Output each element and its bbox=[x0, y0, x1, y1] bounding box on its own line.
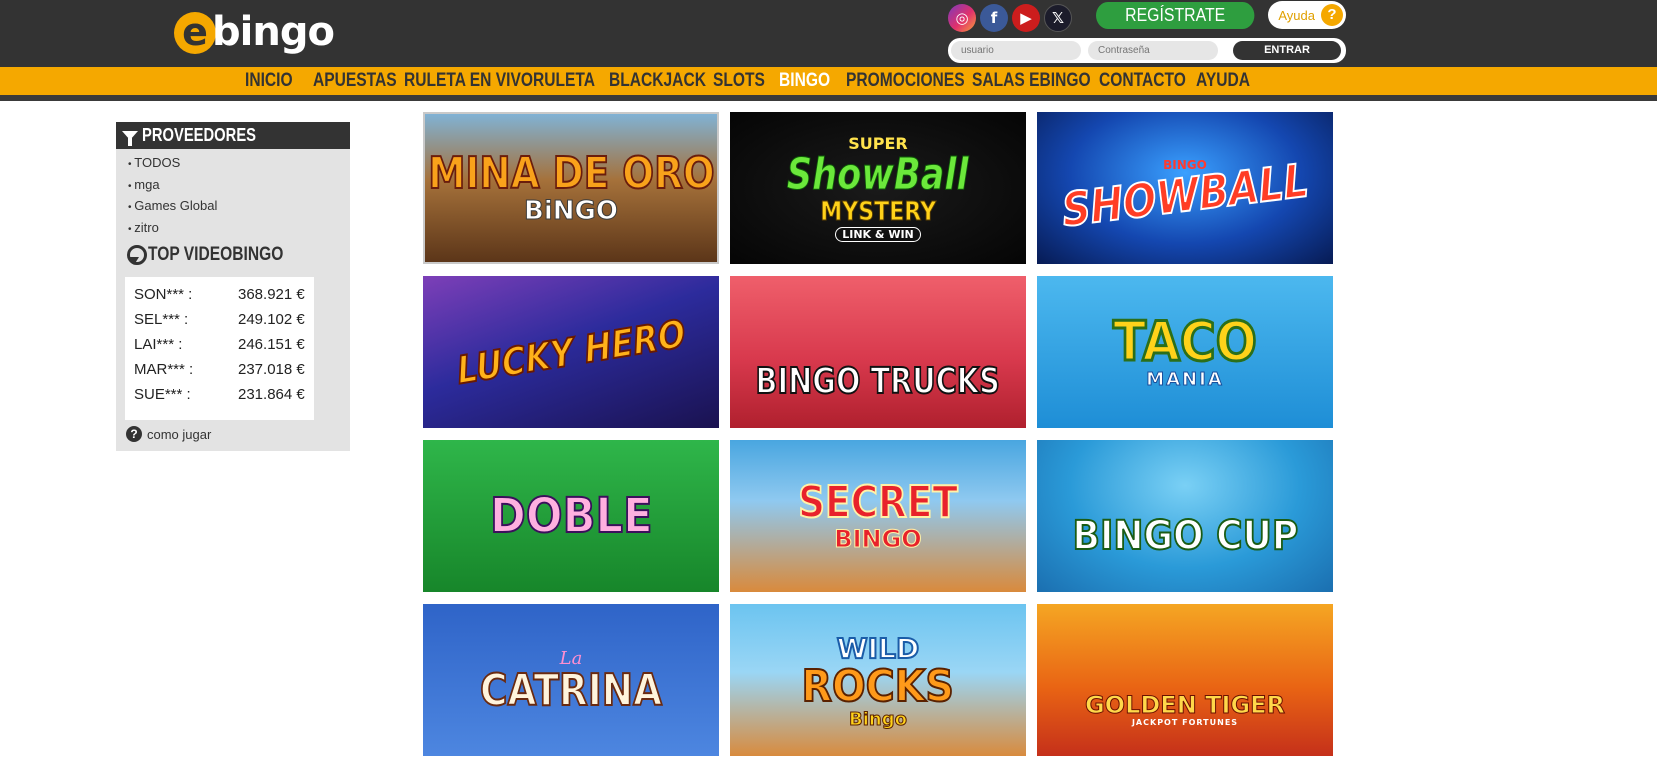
game-title: SECRET bbox=[797, 477, 959, 528]
game-title: ROCKS bbox=[801, 660, 955, 712]
filter-icon bbox=[122, 131, 138, 146]
top-player-name: SEL*** : bbox=[134, 311, 189, 328]
game-tile-bingo-cup[interactable]: BINGO CUP bbox=[1037, 440, 1333, 592]
logo-e-mark: e bbox=[174, 12, 216, 54]
game-tile-taco-mania[interactable]: TACO MANIA bbox=[1037, 276, 1333, 428]
help-label: Ayuda bbox=[1278, 7, 1315, 23]
x-icon[interactable]: 𝕏 bbox=[1044, 4, 1072, 32]
providers-header: PROVEEDORES bbox=[116, 122, 350, 149]
game-tile-secret-bingo[interactable]: SECRET BINGO bbox=[730, 440, 1026, 592]
game-subtitle: MYSTERY bbox=[820, 197, 937, 227]
login-button[interactable]: ENTRAR bbox=[1233, 41, 1341, 60]
providers-list: TODOS mga Games Global zitro bbox=[116, 149, 350, 238]
nav-item-contacto[interactable]: CONTACTO bbox=[1099, 70, 1186, 92]
game-tile-mina-de-oro[interactable]: MINA DE ORO BiNGO bbox=[423, 112, 719, 264]
nav-item-slots[interactable]: SLOTS bbox=[713, 70, 767, 92]
top-videobingo-title: TOP VIDEOBINGO bbox=[148, 244, 284, 265]
provider-item-mga[interactable]: mga bbox=[128, 174, 350, 196]
game-subtitle: BINGO bbox=[834, 525, 922, 553]
top-player-amount: 231.864 € bbox=[238, 386, 305, 403]
top-row: SON*** : 368.921 € bbox=[134, 282, 314, 307]
facebook-icon[interactable]: f bbox=[980, 4, 1008, 32]
top-player-name: MAR*** : bbox=[134, 361, 194, 378]
top-row: LAI*** : 246.151 € bbox=[134, 332, 314, 357]
providers-title: PROVEEDORES bbox=[142, 125, 257, 145]
nav-item-inicio[interactable]: INICIO bbox=[245, 70, 301, 92]
game-title: DOBLE bbox=[489, 488, 653, 544]
top-player-name: LAI*** : bbox=[134, 336, 183, 353]
game-tile-bingo-trucks[interactable]: BINGO TRUCKS bbox=[730, 276, 1026, 428]
nav-item-ruleta-en-vivo[interactable]: RULETA EN VIVO bbox=[404, 70, 533, 92]
main-nav-bar: INICIO APUESTAS RULETA EN VIVO RULETA BLACKJ… bbox=[0, 67, 1657, 101]
nav-item-ruleta[interactable]: RULETA bbox=[533, 70, 595, 92]
nav-item-blackjack[interactable]: BLACKJACK bbox=[609, 70, 706, 92]
top-player-amount: 368.921 € bbox=[238, 286, 305, 303]
top-player-name: SUE*** : bbox=[134, 386, 191, 403]
nav-item-promociones[interactable]: PROMOCIONES bbox=[846, 70, 965, 92]
instagram-icon[interactable]: ◎ bbox=[948, 4, 976, 32]
social-links: ◎ f ▶ 𝕏 bbox=[948, 4, 1072, 32]
top-row: MAR*** : 237.018 € bbox=[134, 357, 314, 382]
game-subtitle: MANIA bbox=[1146, 369, 1224, 390]
logo-wordmark: bingo bbox=[212, 9, 335, 55]
game-title: SHOWBALL bbox=[1059, 152, 1311, 238]
nav-item-ayuda[interactable]: AYUDA bbox=[1196, 70, 1250, 92]
top-player-amount: 249.102 € bbox=[238, 311, 305, 328]
youtube-icon[interactable]: ▶ bbox=[1012, 4, 1040, 32]
password-input[interactable] bbox=[1088, 41, 1218, 60]
top-row: SUE*** : 231.864 € bbox=[134, 382, 314, 407]
help-button[interactable]: Ayuda ? bbox=[1268, 1, 1346, 29]
medal-icon bbox=[126, 245, 147, 265]
top-videobingo-table: SON*** : 368.921 € SEL*** : 249.102 € LA… bbox=[125, 277, 314, 420]
login-form: ENTRAR bbox=[948, 38, 1346, 63]
game-tile-wild-rocks-bingo[interactable]: WILD ROCKS Bingo bbox=[730, 604, 1026, 756]
main-nav: INICIO APUESTAS RULETA EN VIVO RULETA BLACKJ… bbox=[245, 67, 1256, 95]
sidebar: PROVEEDORES TODOS mga Games Global zitro… bbox=[116, 122, 350, 451]
game-tile-la-catrina[interactable]: La CATRINA bbox=[423, 604, 719, 756]
game-subtitle: BiNGO bbox=[524, 196, 619, 226]
nav-item-apuestas[interactable]: APUESTAS bbox=[313, 70, 397, 92]
game-badge: LINK & WIN bbox=[835, 227, 921, 242]
game-tile-showball[interactable]: BINGO SHOWBALL bbox=[1037, 112, 1333, 264]
game-subtitle: Bingo bbox=[849, 708, 908, 730]
top-player-amount: 237.018 € bbox=[238, 361, 305, 378]
game-title: BINGO TRUCKS bbox=[755, 361, 1001, 402]
provider-item-zitro[interactable]: zitro bbox=[128, 217, 350, 239]
provider-item-todos[interactable]: TODOS bbox=[128, 152, 350, 174]
provider-item-games-global[interactable]: Games Global bbox=[128, 195, 350, 217]
game-title: MINA DE ORO bbox=[427, 148, 715, 199]
username-input[interactable] bbox=[951, 41, 1081, 60]
top-header: e bingo ◎ f ▶ 𝕏 REGÍSTRATE Ayuda ? ENTRA… bbox=[0, 0, 1657, 67]
top-player-name: SON*** : bbox=[134, 286, 193, 303]
game-title: BINGO CUP bbox=[1071, 513, 1298, 559]
question-circle-icon: ? bbox=[126, 426, 142, 442]
game-title: TACO bbox=[1112, 310, 1259, 373]
game-tile-doble[interactable]: DOBLE bbox=[423, 440, 719, 592]
game-title: CATRINA bbox=[479, 664, 663, 716]
nav-item-bingo[interactable]: BINGO bbox=[779, 70, 834, 92]
register-button[interactable]: REGÍSTRATE bbox=[1096, 2, 1255, 29]
game-title: LUCKY HERO bbox=[454, 310, 689, 393]
nav-item-salas-ebingo[interactable]: SALAS EBINGO bbox=[972, 70, 1091, 92]
game-tile-lucky-hero[interactable]: LUCKY HERO bbox=[423, 276, 719, 428]
top-player-amount: 246.151 € bbox=[238, 336, 305, 353]
game-title: GOLDEN TIGER bbox=[1084, 691, 1286, 719]
how-to-play-label: como jugar bbox=[147, 426, 212, 442]
how-to-play-link[interactable]: ? como jugar bbox=[126, 426, 211, 442]
top-videobingo-header: TOP VIDEOBINGO bbox=[116, 240, 350, 270]
game-subtitle: JACKPOT FORTUNES bbox=[1131, 718, 1239, 727]
game-title: ShowBall bbox=[787, 149, 970, 200]
game-tile-super-showball-mystery[interactable]: SUPER ShowBall MYSTERY LINK & WIN bbox=[730, 112, 1026, 264]
game-tile-golden-tiger[interactable]: GOLDEN TIGER JACKPOT FORTUNES bbox=[1037, 604, 1333, 756]
question-icon: ? bbox=[1321, 4, 1343, 26]
top-row: SEL*** : 249.102 € bbox=[134, 307, 314, 332]
ebingo-logo[interactable]: e bingo bbox=[174, 6, 335, 56]
